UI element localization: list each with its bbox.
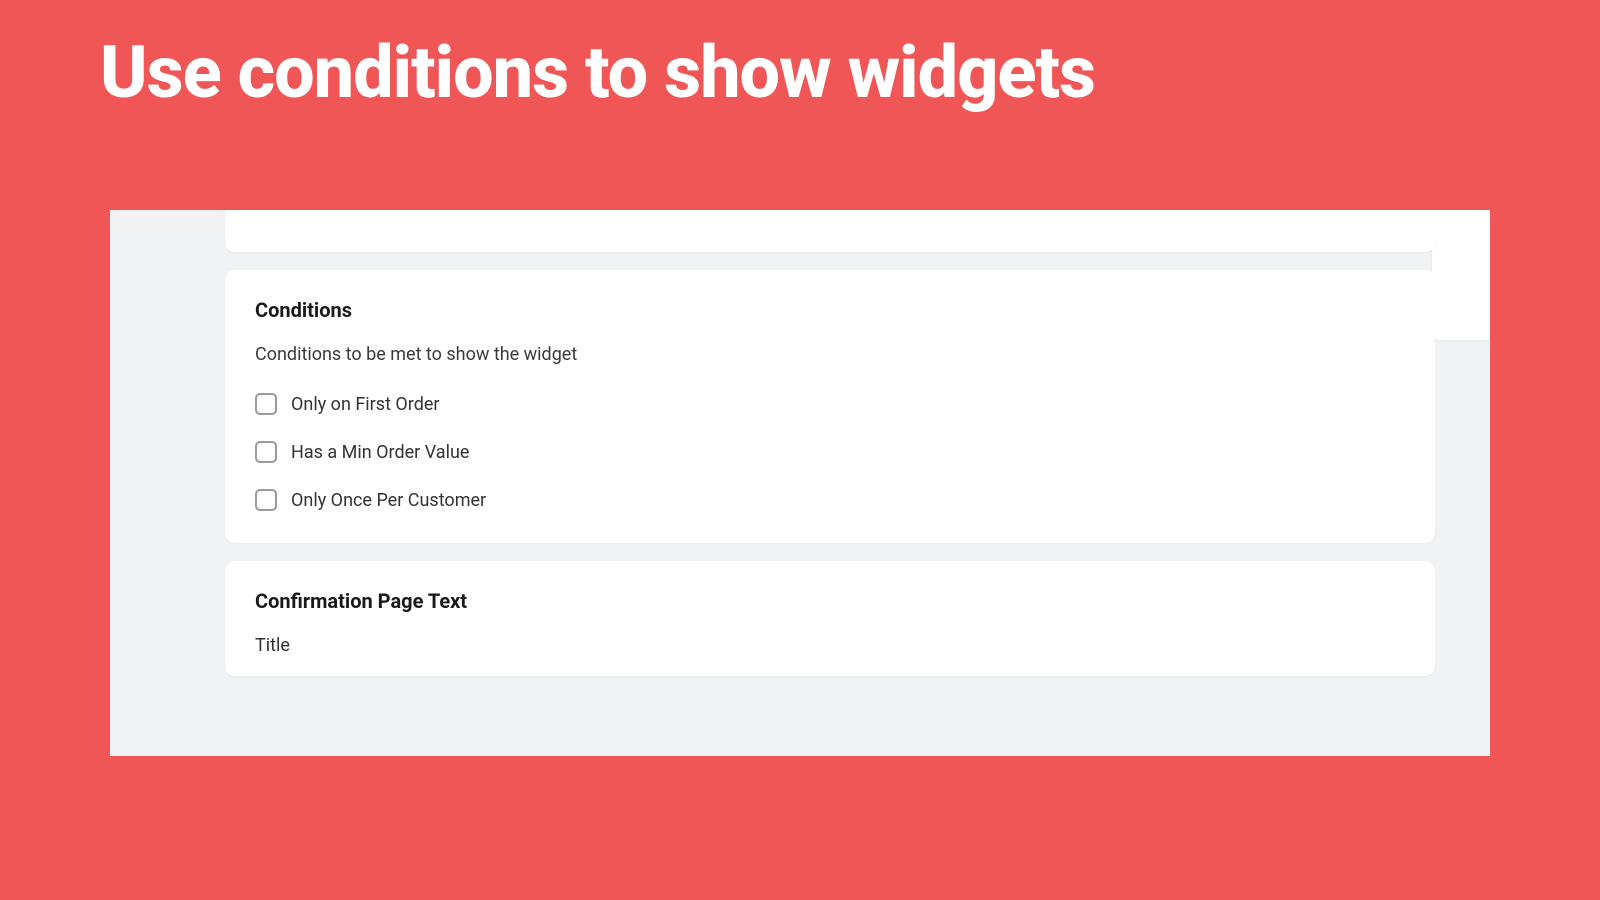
checkbox-label: Has a Min Order Value [291,442,469,463]
title-field-label: Title [255,635,1405,656]
checkbox-first-order[interactable] [255,393,277,415]
conditions-subtext: Conditions to be met to show the widget [255,344,1405,365]
confirmation-heading: Confirmation Page Text [255,589,1405,613]
settings-panel-area: Conditions Conditions to be met to show … [110,210,1490,756]
adjacent-card-sliver [1432,210,1490,340]
conditions-heading: Conditions [255,298,1405,322]
condition-row: Only Once Per Customer [255,489,1405,511]
conditions-card: Conditions Conditions to be met to show … [225,270,1435,543]
previous-card-sliver [225,210,1435,252]
checkbox-label: Only Once Per Customer [291,490,486,511]
checkbox-once-per-customer[interactable] [255,489,277,511]
condition-row: Only on First Order [255,393,1405,415]
page-headline: Use conditions to show widgets [0,0,1600,115]
condition-row: Has a Min Order Value [255,441,1405,463]
confirmation-text-card: Confirmation Page Text Title [225,561,1435,676]
checkbox-label: Only on First Order [291,394,440,415]
checkbox-min-order-value[interactable] [255,441,277,463]
